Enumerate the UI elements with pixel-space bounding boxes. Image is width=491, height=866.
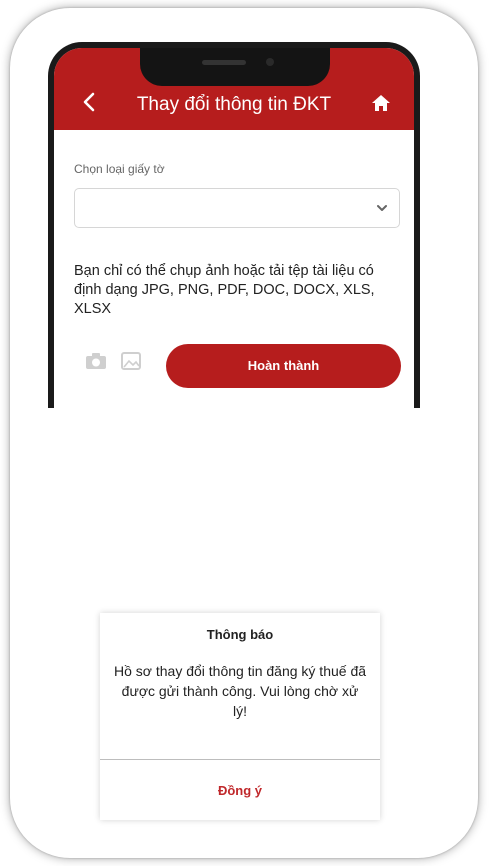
document-type-label: Chọn loại giấy tờ (74, 162, 165, 176)
confirm-button[interactable]: Đồng ý (100, 783, 380, 798)
document-type-select[interactable] (74, 188, 400, 228)
camera-icon[interactable] (84, 350, 108, 372)
dialog-divider (100, 759, 380, 760)
notification-dialog: Thông báo Hồ sơ thay đổi thông tin đăng … (100, 613, 380, 820)
chevron-left-icon (83, 92, 95, 112)
home-button[interactable] (370, 92, 392, 114)
front-camera (266, 58, 274, 66)
speaker (202, 60, 246, 65)
app-header: Thay đổi thông tin ĐKT (54, 48, 414, 130)
dialog-message: Hồ sơ thay đổi thông tin đăng ký thuế đã… (114, 663, 367, 719)
home-icon (372, 95, 390, 111)
file-format-note: Bạn chỉ có thể chụp ảnh hoặc tải tệp tài… (74, 263, 375, 317)
phone-notch (140, 48, 330, 86)
dialog-title: Thông báo (206, 627, 274, 642)
chevron-down-icon (377, 205, 387, 211)
phone-frame: Thay đổi thông tin ĐKT Chọn loại giấy tờ… (48, 42, 420, 408)
app-screen: Thay đổi thông tin ĐKT Chọn loại giấy tờ… (54, 48, 414, 408)
finish-button[interactable]: Hoàn thành (166, 344, 401, 388)
image-icon[interactable] (120, 350, 142, 372)
back-button[interactable] (78, 88, 100, 116)
page-title: Thay đổi thông tin ĐKT (136, 94, 332, 115)
